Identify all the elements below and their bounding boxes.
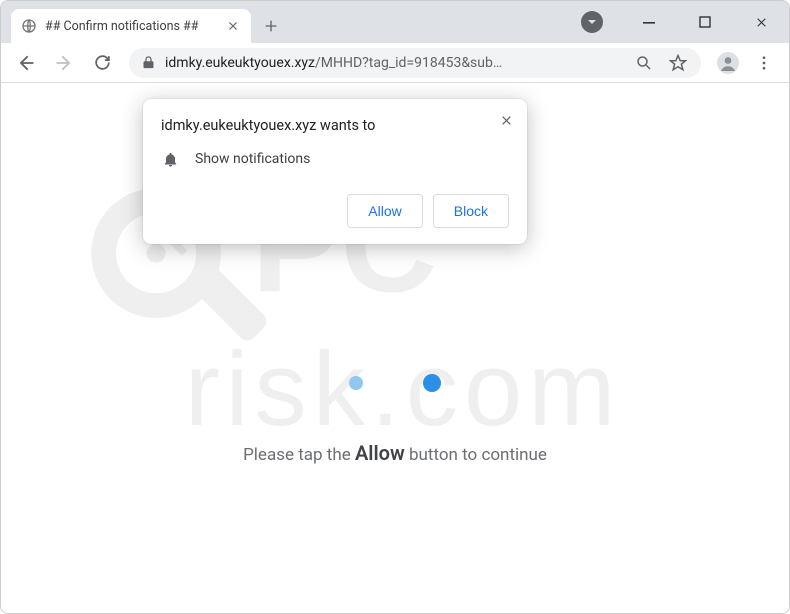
- page-viewport: PC risk.com Please tap the Allow button …: [1, 83, 789, 613]
- url-path: /MHHD?tag_id=918453&sub…: [315, 55, 502, 71]
- url-host: idmky.eukeuktyouex.xyz: [165, 55, 315, 71]
- instruction-text: Please tap the Allow button to continue: [1, 441, 789, 465]
- tab-title: ## Confirm notifications ##: [45, 19, 217, 34]
- permission-origin: idmky.eukeuktyouex.xyz wants to: [161, 117, 509, 134]
- window-controls: [621, 1, 789, 43]
- globe-icon: [21, 18, 37, 34]
- block-button[interactable]: Block: [433, 194, 509, 228]
- close-window-button[interactable]: [733, 1, 789, 43]
- new-tab-button[interactable]: [257, 12, 285, 40]
- permission-capability: Show notifications: [195, 151, 310, 167]
- minimize-button[interactable]: [621, 1, 677, 43]
- back-button[interactable]: [9, 46, 43, 80]
- address-bar[interactable]: idmky.eukeuktyouex.xyz/MHHD?tag_id=91845…: [129, 48, 701, 78]
- bell-icon: [161, 150, 179, 168]
- permission-prompt: idmky.eukeuktyouex.xyz wants to Show not…: [143, 99, 527, 244]
- url-text: idmky.eukeuktyouex.xyz/MHHD?tag_id=91845…: [165, 55, 623, 71]
- lock-icon: [139, 54, 157, 72]
- browser-tab[interactable]: ## Confirm notifications ##: [11, 9, 251, 43]
- close-prompt-button[interactable]: [497, 111, 515, 129]
- instruction-pre: Please tap the: [243, 445, 355, 465]
- dot-icon: [349, 376, 363, 390]
- loading-dots: [1, 363, 789, 403]
- maximize-button[interactable]: [677, 1, 733, 43]
- chrome-menu-button[interactable]: [747, 46, 781, 80]
- instruction-post: button to continue: [405, 445, 547, 465]
- dot-icon: [423, 374, 441, 392]
- tab-strip: ## Confirm notifications ##: [1, 1, 789, 43]
- profile-avatar-button[interactable]: [711, 46, 745, 80]
- instruction-emphasis: Allow: [355, 441, 405, 465]
- forward-button[interactable]: [47, 46, 81, 80]
- browser-toolbar: idmky.eukeuktyouex.xyz/MHHD?tag_id=91845…: [1, 43, 789, 83]
- allow-button[interactable]: Allow: [347, 194, 422, 228]
- close-tab-button[interactable]: [225, 18, 241, 34]
- bookmark-star-button[interactable]: [665, 50, 691, 76]
- reload-button[interactable]: [85, 46, 119, 80]
- guest-indicator-icon: [581, 11, 603, 33]
- zoom-icon[interactable]: [631, 50, 657, 76]
